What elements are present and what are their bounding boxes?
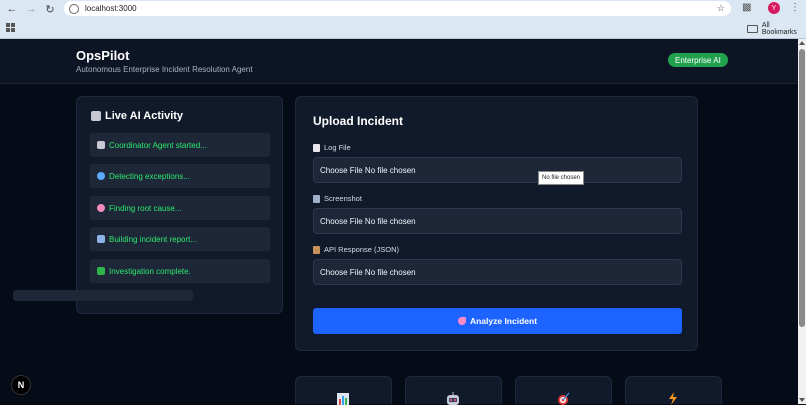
- magnifier-icon: [97, 172, 105, 180]
- site-info-icon[interactable]: [69, 3, 79, 14]
- page-scrollbar[interactable]: [798, 39, 806, 404]
- api-response-input[interactable]: Choose File No file chosen: [313, 259, 682, 285]
- upload-title: Upload Incident: [313, 114, 403, 128]
- package-icon: [313, 245, 320, 254]
- target-icon: [558, 392, 570, 405]
- feature-card[interactable]: [515, 376, 612, 405]
- field-label-text: API Response (JSON): [324, 245, 400, 254]
- scrollbar-thumb[interactable]: [799, 49, 805, 327]
- url-text: localhost:3000: [85, 4, 137, 13]
- back-icon[interactable]: ←: [4, 1, 20, 17]
- analyze-incident-button[interactable]: Analyze Incident: [313, 308, 682, 334]
- activity-label: Detecting exceptions...: [109, 171, 190, 181]
- activity-label: Coordinator Agent started...: [109, 140, 207, 150]
- chart-icon: [97, 235, 105, 243]
- forward-icon[interactable]: →: [23, 1, 39, 17]
- robot-icon: [447, 392, 459, 405]
- browser-menu-icon[interactable]: ⋮: [790, 2, 800, 13]
- check-icon: [97, 267, 105, 275]
- live-activity-panel: Live AI Activity Coordinator Agent start…: [76, 96, 283, 314]
- rocket-icon: [457, 317, 466, 325]
- feature-card[interactable]: [295, 376, 392, 405]
- log-file-input[interactable]: Choose File No file chosen: [313, 157, 682, 183]
- all-bookmarks-label: All Bookmarks: [761, 22, 797, 36]
- activity-item: Finding root cause...: [90, 196, 270, 220]
- robot-icon: [91, 111, 101, 121]
- activity-item: Investigation complete.: [90, 259, 270, 283]
- activity-item: Building incident report...: [90, 227, 270, 251]
- bar-chart-icon: [337, 393, 349, 405]
- document-icon: [313, 143, 320, 152]
- feature-card[interactable]: [625, 376, 722, 405]
- address-bar[interactable]: localhost:3000 ☆: [64, 1, 731, 16]
- field-label-text: Screenshot: [324, 194, 362, 203]
- apps-grid-icon[interactable]: [6, 23, 15, 32]
- scroll-down-icon[interactable]: [799, 398, 805, 402]
- analyze-label: Analyze Incident: [469, 316, 538, 326]
- activity-item: Coordinator Agent started...: [90, 133, 270, 157]
- app-header: OpsPilot Autonomous Enterprise Incident …: [0, 39, 798, 84]
- activity-label: Investigation complete.: [109, 266, 191, 276]
- screenshot-input[interactable]: Choose File No file chosen: [313, 208, 682, 234]
- activity-label: Finding root cause...: [109, 203, 182, 213]
- enterprise-badge: Enterprise AI: [668, 53, 728, 67]
- robot-icon: [97, 141, 105, 149]
- brain-icon: [97, 204, 105, 212]
- app-subtitle: Autonomous Enterprise Incident Resolutio…: [76, 65, 253, 74]
- bookmark-star-icon[interactable]: ☆: [717, 3, 725, 14]
- reload-icon[interactable]: ↻: [42, 1, 58, 17]
- log-file-label: Log File: [313, 143, 351, 152]
- scroll-up-icon[interactable]: [799, 41, 805, 45]
- activity-label: Building incident report...: [109, 234, 198, 244]
- lightning-icon: [669, 392, 677, 405]
- image-icon: [313, 194, 320, 203]
- screenshot-label: Screenshot: [313, 194, 362, 203]
- browser-toolbar: ← → ↻ localhost:3000 ☆ ▩ Y ⋮: [0, 0, 806, 18]
- activity-item: Detecting exceptions...: [90, 164, 270, 188]
- file-input-tooltip: No file chosen: [538, 171, 585, 185]
- upload-incident-panel: Upload Incident Log File Choose File No …: [295, 96, 698, 351]
- app-title: OpsPilot: [76, 48, 130, 63]
- extensions-icon[interactable]: ▩: [742, 2, 751, 13]
- field-label-text: Log File: [324, 143, 351, 152]
- profile-avatar[interactable]: Y: [768, 2, 780, 14]
- live-activity-title: Live AI Activity: [105, 110, 184, 122]
- bookmarks-bar: All Bookmarks: [0, 18, 806, 39]
- folder-icon: [747, 25, 758, 33]
- activity-placeholder: [13, 290, 193, 301]
- feature-card[interactable]: [405, 376, 502, 405]
- nextjs-dev-badge[interactable]: N: [11, 375, 31, 395]
- all-bookmarks-button[interactable]: All Bookmarks: [747, 22, 806, 36]
- api-response-label: API Response (JSON): [313, 245, 399, 254]
- live-activity-heading: Live AI Activity: [91, 110, 183, 122]
